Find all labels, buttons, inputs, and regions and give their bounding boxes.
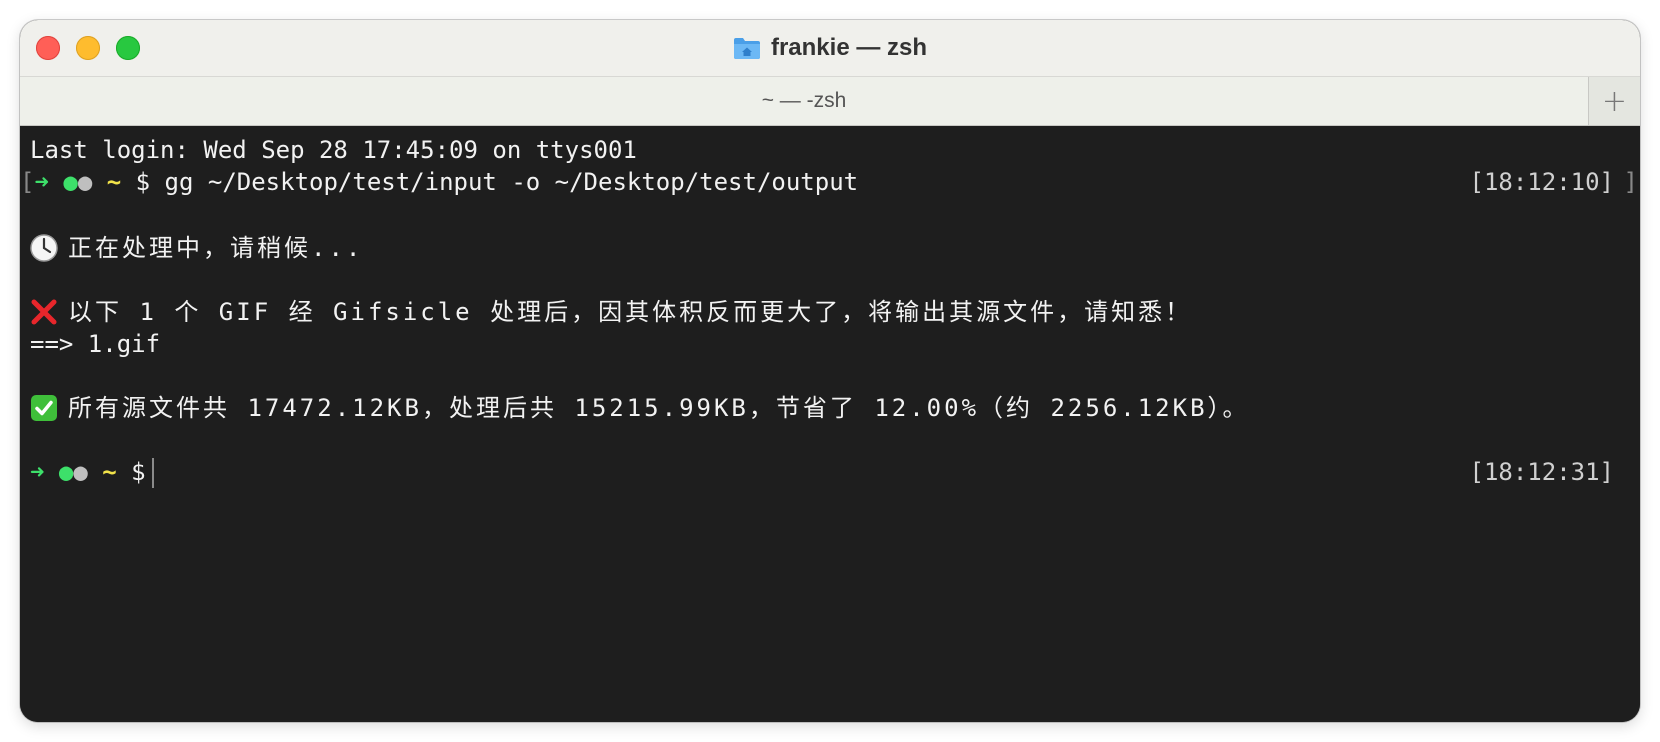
summary-line: 所有源文件共 17472.12KB，处理后共 15215.99KB，节省了 12… (30, 392, 1250, 424)
warning-text: 以下 1 个 GIF 经 Gifsicle 处理后，因其体积反而更大了，将输出其… (68, 298, 1193, 326)
warning-line: 以下 1 个 GIF 经 Gifsicle 处理后，因其体积反而更大了，将输出其… (30, 296, 1192, 328)
prompt-bracket-close: ] (1623, 168, 1638, 196)
prompt-line-1: [➜ ●● ~ $ gg ~/Desktop/test/input -o ~/D… (20, 166, 858, 198)
status-dot-gray-icon: ● (77, 168, 93, 196)
timestamp-1: [18:12:10] (1469, 168, 1615, 196)
home-folder-icon (733, 36, 761, 60)
terminal-content[interactable]: Last login: Wed Sep 28 17:45:09 on ttys0… (20, 126, 1640, 722)
summary-text: 所有源文件共 17472.12KB，处理后共 15215.99KB，节省了 12… (68, 394, 1250, 422)
processing-text: 正在处理中，请稍候... (68, 234, 364, 262)
prompt-directory: ~ (102, 458, 117, 486)
terminal-window: frankie — zsh ~ — -zsh + Last login: Wed… (20, 20, 1640, 722)
processing-line: 正在处理中，请稍候... (30, 232, 363, 264)
timestamp-2: [18:12:31] (1469, 458, 1615, 486)
clock-icon (30, 234, 58, 262)
command-text: gg ~/Desktop/test/input -o ~/Desktop/tes… (164, 168, 859, 196)
new-tab-button[interactable]: + (1588, 77, 1640, 125)
prompt-bracket-open: [ (20, 168, 35, 196)
prompt-line-2[interactable]: ➜ ●● ~ $ (30, 456, 154, 488)
title-bar[interactable]: frankie — zsh (20, 20, 1640, 76)
prompt-dollar: $ (131, 458, 146, 486)
prompt-dollar: $ (135, 168, 151, 196)
title-container: frankie — zsh (20, 20, 1640, 76)
warning-file-line: ==> 1.gif (30, 330, 161, 358)
prompt-arrow-icon: ➜ (30, 458, 45, 486)
window-title: frankie — zsh (770, 34, 928, 61)
tab-bar: ~ — -zsh + (20, 76, 1640, 126)
text-cursor (151, 458, 154, 488)
prompt-directory: ~ (106, 168, 122, 196)
status-dot-green-icon: ● (58, 458, 74, 486)
check-mark-icon (30, 394, 58, 422)
status-dot-gray-icon: ● (73, 458, 88, 486)
last-login-line: Last login: Wed Sep 28 17:45:09 on ttys0… (30, 136, 637, 164)
prompt-arrow-icon: ➜ (34, 168, 49, 196)
cross-mark-icon (30, 298, 58, 326)
status-dot-green-icon: ● (63, 168, 78, 196)
tab-zsh[interactable]: ~ — -zsh (20, 77, 1588, 125)
